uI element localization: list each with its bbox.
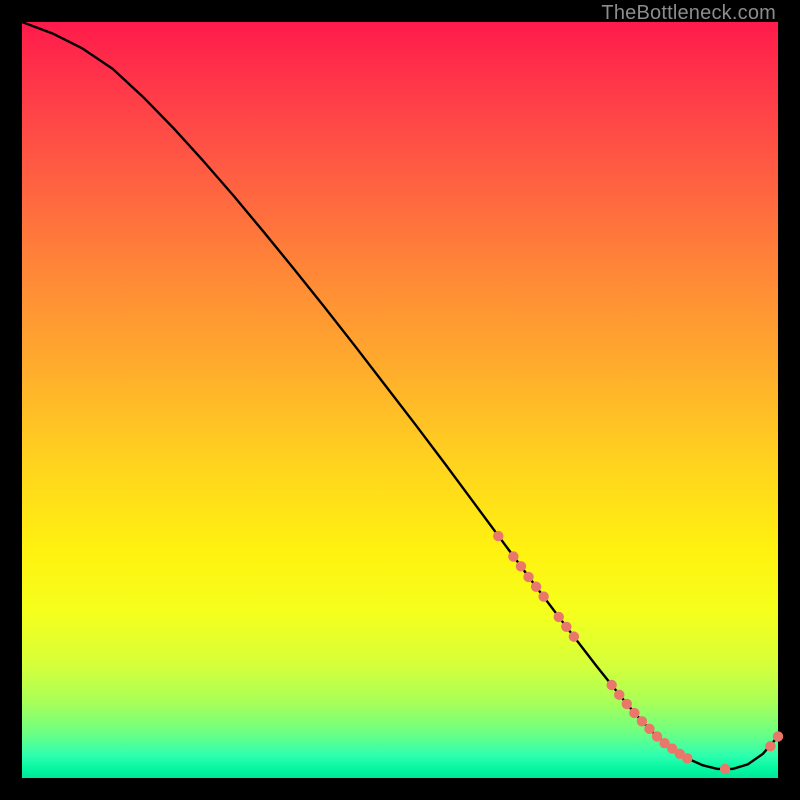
curve-marker [773,731,783,741]
curve-marker [516,561,526,571]
curve-marker [622,699,632,709]
curve-marker [531,582,541,592]
curve-marker [682,753,692,763]
plot-area [22,22,778,778]
curve-marker [637,716,647,726]
curve-marker [629,708,639,718]
curve-marker [508,551,518,561]
curve-marker [606,680,616,690]
curve-marker [523,572,533,582]
curve-marker [569,631,579,641]
curve-marker [644,724,654,734]
watermark-text: TheBottleneck.com [601,2,776,25]
curve-markers [493,531,783,774]
curve-marker [561,622,571,632]
chart-frame: TheBottleneck.com [0,0,800,800]
curve-marker [720,764,730,774]
curve-marker [493,531,503,541]
curve-layer [22,22,778,778]
curve-marker [765,741,775,751]
curve-marker [614,690,624,700]
curve-marker [554,612,564,622]
curve-marker [538,591,548,601]
bottleneck-curve [22,22,778,769]
